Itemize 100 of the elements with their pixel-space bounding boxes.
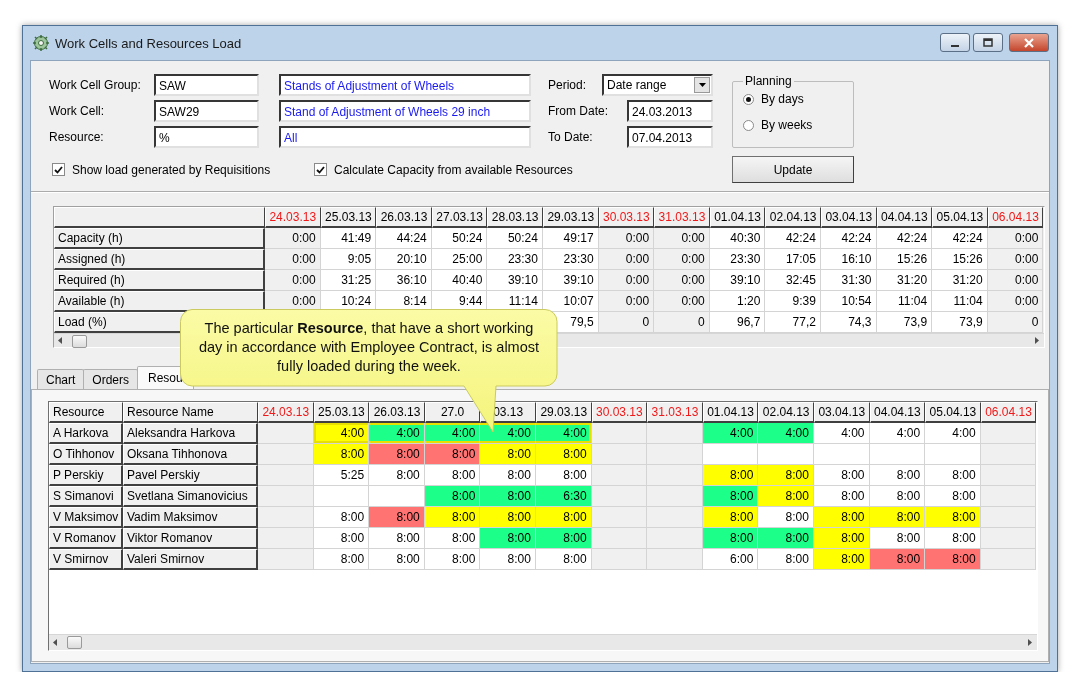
group-title: Planning [744, 74, 793, 88]
table-cell: 0:00 [654, 249, 710, 270]
table-cell: 8:00 [480, 465, 536, 486]
column-header: 24.03.13 [265, 207, 321, 228]
table-cell: 8:00 [424, 444, 481, 465]
column-header: Resource [49, 402, 123, 423]
table-cell: 11:04 [876, 291, 933, 312]
table-cell: 8:00 [535, 507, 592, 528]
table-cell: 39:10 [709, 270, 766, 291]
field-label: To Date: [548, 130, 593, 144]
table-cell: 8:00 [925, 486, 981, 507]
table-cell: 42:24 [820, 228, 877, 249]
table-cell: 0:00 [265, 228, 321, 249]
table-cell: 8:00 [424, 507, 481, 528]
column-header: 31.03.13 [654, 207, 710, 228]
column-header: 03.04.13 [820, 207, 877, 228]
table-cell: 32:45 [765, 270, 821, 291]
table-cell: 4:00 [813, 423, 870, 444]
table-cell: 8:00 [480, 549, 536, 570]
column-header: 26.03.13 [369, 402, 425, 423]
table-cell: 8:00 [424, 549, 481, 570]
table-cell: 0:00 [654, 291, 710, 312]
window-title: Work Cells and Resources Load [55, 35, 243, 51]
column-header: 25.03.13 [320, 207, 377, 228]
column-header: 06.04.13 [980, 402, 1037, 423]
row-header: S Simanovi [49, 486, 123, 507]
table-cell: 8:00 [424, 528, 481, 549]
table-cell: 0:00 [654, 228, 710, 249]
table-cell: 4:00 [535, 423, 592, 444]
table-cell: 11:04 [932, 291, 988, 312]
table-cell: 8:00 [869, 549, 926, 570]
table-cell: 4:00 [758, 423, 814, 444]
table-cell: 8:00 [369, 528, 425, 549]
table-cell: 20:10 [376, 249, 432, 270]
column-header: 31.03.13 [647, 402, 703, 423]
column-header: 02.04.13 [765, 207, 821, 228]
row-header: P Perskiy [49, 465, 123, 486]
table-cell: 0:00 [654, 270, 710, 291]
radio-label: By weeks [761, 118, 813, 132]
table-cell: 0 [598, 312, 655, 333]
table-cell: 8:00 [758, 528, 814, 549]
table-cell: 0:00 [265, 270, 321, 291]
table-cell: 50:24 [487, 228, 543, 249]
row-header: Required (h) [54, 270, 265, 291]
field-label: Period: [548, 78, 587, 92]
table-cell: 8:00 [702, 528, 759, 549]
row-header: Available (h) [54, 291, 265, 312]
row-header: Aleksandra Harkova [123, 423, 258, 444]
column-header: 06.04.13 [987, 207, 1044, 228]
column-header: 25.03.13 [313, 402, 370, 423]
column-header: 03.04.13 [813, 402, 870, 423]
table-cell: 39:10 [487, 270, 543, 291]
radio-label: By days [761, 92, 804, 106]
table-cell: 8:00 [869, 507, 926, 528]
table-cell: 8:00 [480, 444, 536, 465]
table-cell: 73,9 [876, 312, 933, 333]
table-cell: 10:54 [820, 291, 877, 312]
table-cell: 8:00 [535, 444, 592, 465]
column-header: 27.03.13 [431, 207, 488, 228]
table-cell: 10:07 [542, 291, 599, 312]
table-cell: 8:00 [313, 528, 370, 549]
table-cell: 15:26 [932, 249, 988, 270]
table-cell: 4:00 [869, 423, 926, 444]
table-cell: 0:00 [265, 249, 321, 270]
table-cell: 8:00 [480, 486, 536, 507]
row-header: V Smirnov [49, 549, 123, 570]
table-cell: 40:40 [431, 270, 488, 291]
table-cell: 8:00 [369, 549, 425, 570]
table-cell: 0 [987, 312, 1044, 333]
column-header: 28.03.13 [487, 207, 543, 228]
column-header: 02.04.13 [758, 402, 814, 423]
table-cell: 8:00 [813, 465, 870, 486]
table-cell: 8:00 [869, 486, 926, 507]
table-cell: 23:30 [709, 249, 766, 270]
column-header: 05.04.13 [925, 402, 981, 423]
dropdown-value: Date range [607, 78, 667, 92]
table-cell: 4:00 [702, 423, 759, 444]
table-cell: 23:30 [487, 249, 543, 270]
table-cell: 8:00 [813, 549, 870, 570]
table-cell: 41:49 [320, 228, 377, 249]
table-cell: 4:00 [925, 423, 981, 444]
table-cell: 39:10 [542, 270, 599, 291]
row-header: A Harkova [49, 423, 123, 444]
table-cell: 31:30 [820, 270, 877, 291]
column-header: 05.04.13 [932, 207, 988, 228]
table-cell: 8:00 [925, 528, 981, 549]
table-cell: 8:00 [535, 465, 592, 486]
table-cell: 8:00 [480, 507, 536, 528]
table-cell: 16:10 [820, 249, 877, 270]
row-header: Viktor Romanov [123, 528, 258, 549]
table-cell: 42:24 [932, 228, 988, 249]
table-cell: 15:26 [876, 249, 933, 270]
table-cell: 6:30 [535, 486, 592, 507]
table-cell: 0:00 [598, 270, 655, 291]
table-cell: 49:17 [542, 228, 599, 249]
table-cell: 8:00 [535, 549, 592, 570]
table-cell: 8:00 [869, 465, 926, 486]
row-header: Vadim Maksimov [123, 507, 258, 528]
table-cell: 31:20 [932, 270, 988, 291]
field-label: Resource: [49, 130, 105, 144]
